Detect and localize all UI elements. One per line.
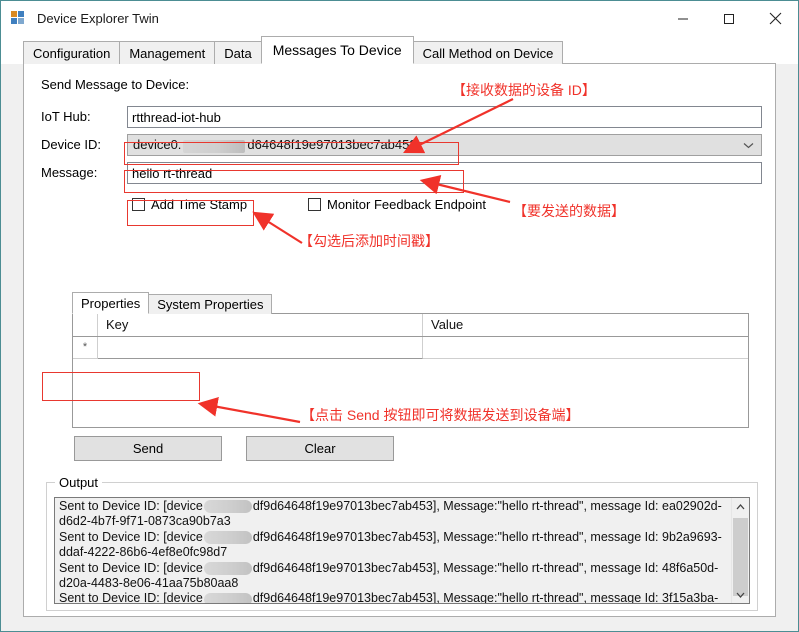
tab-configuration[interactable]: Configuration (23, 41, 121, 64)
annotation-time-stamp: 【勾选后添加时间戳】 (299, 233, 439, 249)
device-id-redaction (203, 561, 252, 575)
output-log-line: ddaf-4222-86b6-4ef8e0fc98d7 (59, 545, 228, 560)
annotation-send: 【点击 Send 按钮即可将数据发送到设备端】 (301, 407, 580, 423)
iot-hub-row: IoT Hub: (24, 106, 775, 128)
clear-button[interactable]: Clear (246, 436, 394, 461)
maximize-button[interactable] (706, 1, 752, 36)
output-log-line: Sent to Device ID: [device df9d64648f19e9… (59, 560, 719, 575)
main-tabstrip: Configuration Management Data Messages T… (1, 36, 798, 64)
close-button[interactable] (752, 1, 798, 36)
device-id-combobox[interactable]: device0. d64648f19e97013bec7ab453 (127, 134, 762, 156)
output-log-line: Sent to Device ID: [device df9d64648f19e9… (59, 591, 728, 603)
chevron-down-icon (743, 138, 754, 152)
message-label: Message: (41, 165, 98, 180)
iot-hub-label: IoT Hub: (41, 109, 91, 124)
row-key-cell[interactable] (98, 337, 423, 359)
device-id-label: Device ID: (41, 137, 101, 152)
window-controls (660, 1, 798, 36)
tab-messages-to-device[interactable]: Messages To Device (260, 36, 414, 64)
tab-management[interactable]: Management (119, 41, 216, 64)
output-log-line: d6d2-4b7f-9f71-0873ca90b7a3 (59, 514, 231, 529)
message-input[interactable] (127, 162, 762, 184)
minimize-button[interactable] (660, 1, 706, 36)
checkbox-box (308, 198, 321, 211)
device-id-value: device0. d64648f19e97013bec7ab453 (133, 137, 417, 153)
output-label: Output (55, 475, 103, 490)
output-log-line: Sent to Device ID: [device df9d64648f19e9… (59, 499, 722, 514)
panel-heading: Send Message to Device: (41, 77, 190, 92)
output-log[interactable]: Sent to Device ID: [device df9d64648f19e9… (54, 497, 750, 604)
row-marker-cell: * (73, 337, 98, 359)
device-id-redaction (203, 500, 252, 514)
checkbox-box (132, 198, 145, 211)
row-value-cell[interactable] (423, 337, 748, 359)
grid-header-value: Value (431, 317, 464, 332)
title-bar: Device Explorer Twin (1, 1, 798, 36)
scroll-up-icon[interactable] (732, 498, 749, 515)
output-group: Output Sent to Device ID: [device df9d646… (46, 475, 758, 611)
send-button[interactable]: Send (74, 436, 222, 461)
output-log-line: Sent to Device ID: [device df9d64648f19e9… (59, 529, 722, 544)
inner-tab-system-properties[interactable]: System Properties (148, 294, 273, 314)
output-log-text: Sent to Device ID: [device df9d64648f19e9… (55, 498, 731, 603)
scroll-down-icon[interactable] (732, 586, 749, 603)
properties-tabstrip: Properties System Properties (72, 292, 273, 314)
scrollbar-thumb[interactable] (733, 518, 748, 596)
tab-data[interactable]: Data (214, 41, 262, 64)
messages-to-device-panel: Send Message to Device: IoT Hub: Device … (23, 63, 776, 617)
output-log-line: d20a-4483-8e06-41aa75b80aa8 (59, 575, 239, 590)
app-grid-icon (11, 10, 27, 27)
monitor-feedback-endpoint-checkbox[interactable]: Monitor Feedback Endpoint (308, 197, 486, 212)
table-row[interactable]: * (73, 337, 748, 359)
grid-header-key: Key (98, 314, 423, 336)
annotation-device-id: 【接收数据的设备 ID】 (452, 82, 596, 98)
application-window: Device Explorer Twin Configuration Manag… (0, 0, 799, 632)
window-title: Device Explorer Twin (37, 11, 159, 26)
message-row: Message: (24, 162, 775, 184)
inner-tab-properties[interactable]: Properties (72, 292, 150, 314)
new-row-marker: * (82, 341, 88, 353)
device-id-row: Device ID: device0. d64648f19e97013bec7ab… (24, 134, 775, 156)
iot-hub-input[interactable] (127, 106, 762, 128)
monitor-feedback-endpoint-label: Monitor Feedback Endpoint (327, 197, 486, 212)
add-time-stamp-label: Add Time Stamp (151, 197, 248, 212)
output-scrollbar[interactable] (731, 498, 749, 603)
add-time-stamp-checkbox[interactable]: Add Time Stamp (132, 197, 247, 212)
device-id-redaction (203, 530, 252, 544)
tab-call-method-on-device[interactable]: Call Method on Device (412, 41, 564, 64)
device-id-redaction (203, 592, 252, 603)
grid-header-row: Key Value (73, 314, 748, 337)
device-id-redaction (183, 139, 246, 153)
grid-header-selector (73, 314, 98, 336)
annotation-message: 【要发送的数据】 (513, 203, 625, 219)
